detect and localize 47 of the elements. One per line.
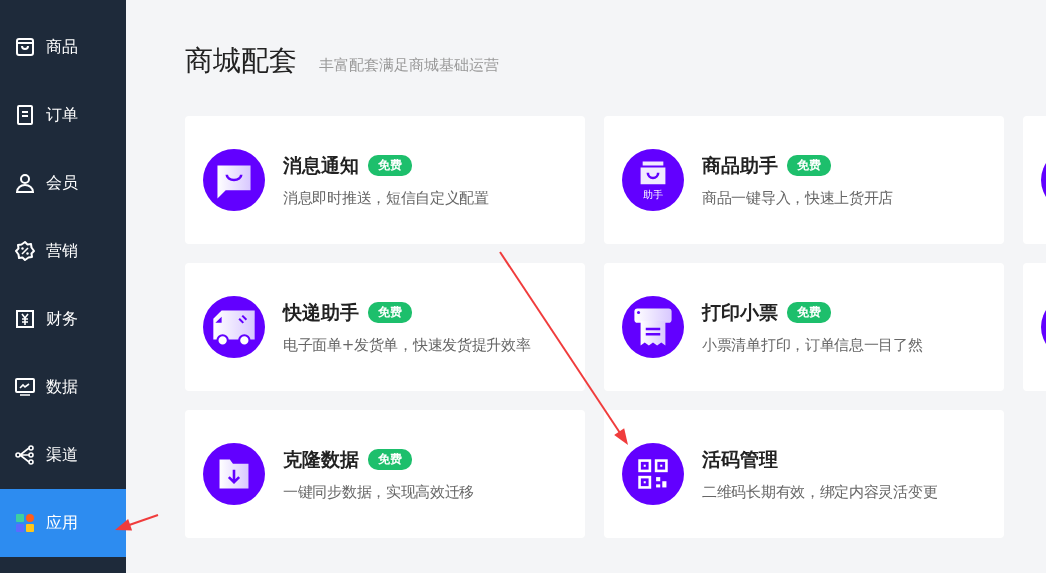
app-card[interactable]: 消息通知 免费 消息即时推送，短信自定义配置 xyxy=(185,116,585,244)
card-description: 小票清单打印，订单信息一目了然 xyxy=(702,335,923,355)
monitor-icon xyxy=(15,377,35,397)
sidebar-item[interactable]: 营销 xyxy=(0,217,126,285)
sidebar-item[interactable]: 财务 xyxy=(0,285,126,353)
card-title: 商品助手 xyxy=(702,152,778,178)
yen-icon xyxy=(15,309,35,329)
card-title: 活码管理 xyxy=(702,446,778,472)
sidebar-item[interactable]: 数据 xyxy=(0,353,126,421)
app-card[interactable]: 活码管理 二维码长期有效，绑定内容灵活变更 xyxy=(604,410,1004,538)
free-badge: 免费 xyxy=(368,449,412,470)
user-icon xyxy=(15,173,35,193)
gear-icon xyxy=(15,241,35,261)
sidebar-item[interactable]: 会员 xyxy=(0,149,126,217)
apps-icon xyxy=(15,513,35,533)
folder-icon xyxy=(203,443,265,505)
share-icon xyxy=(15,445,35,465)
chat-bubble-icon xyxy=(203,149,265,211)
truck-icon xyxy=(203,296,265,358)
free-badge: 免费 xyxy=(368,155,412,176)
free-badge: 免费 xyxy=(368,302,412,323)
card-description: 一键同步数据，实现高效迁移 xyxy=(283,482,475,502)
annotation-arrow xyxy=(115,514,159,531)
section-title: 商城配套 xyxy=(185,43,297,79)
card-title: 快递助手 xyxy=(283,299,359,325)
card-description: 电子面单+发货单，快速发货提升效率 xyxy=(283,335,531,355)
card-description: 二维码长期有效，绑定内容灵活变更 xyxy=(702,482,938,502)
card-description: 消息即时推送，短信自定义配置 xyxy=(283,188,489,208)
free-badge: 免费 xyxy=(787,302,831,323)
sidebar-item[interactable]: 订单 xyxy=(0,81,126,149)
bag-icon xyxy=(15,37,35,57)
doc-icon xyxy=(15,105,35,125)
app-card[interactable]: 快递助手 免费 电子面单+发货单，快速发货提升效率 xyxy=(185,263,585,391)
free-badge: 免费 xyxy=(787,155,831,176)
card-title: 克隆数据 xyxy=(283,446,359,472)
qr-code-icon xyxy=(622,443,684,505)
sidebar-item[interactable]: 商品 xyxy=(0,13,126,81)
sidebar-item[interactable]: 渠道 xyxy=(0,421,126,489)
app-card[interactable]: 克隆数据 免费 一键同步数据，实现高效迁移 xyxy=(185,410,585,538)
card-description: 商品一键导入，快速上货开店 xyxy=(702,188,894,208)
card-title: 打印小票 xyxy=(702,299,778,325)
section-subtitle: 丰富配套满足商城基础运营 xyxy=(319,56,499,75)
printer-icon xyxy=(622,296,684,358)
app-card[interactable]: 助手 商品助手 免费 商品一键导入，快速上货开店 xyxy=(604,116,1004,244)
card-title: 消息通知 xyxy=(283,152,359,178)
shopping-bag-icon: 助手 xyxy=(622,149,684,211)
app-card[interactable]: 打印小票 免费 小票清单打印，订单信息一目了然 xyxy=(604,263,1004,391)
